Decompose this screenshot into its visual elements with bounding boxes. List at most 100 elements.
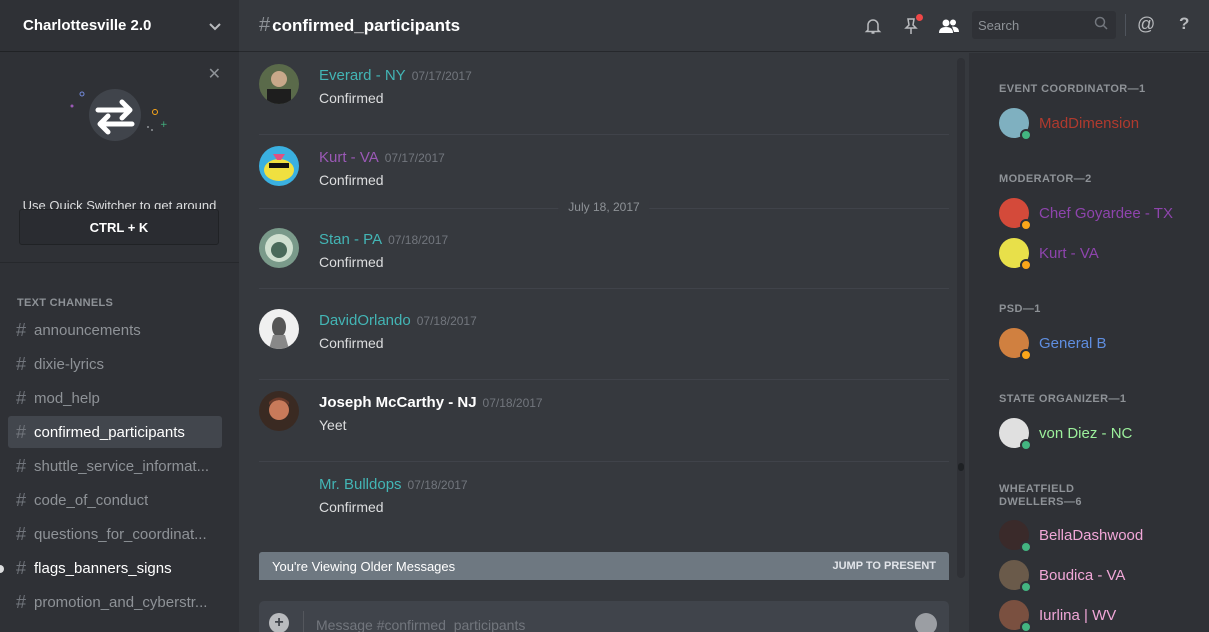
member-item[interactable]: Iurlina | WV <box>999 599 1116 632</box>
search-input[interactable]: Search <box>972 11 1116 39</box>
message-header: Stan - PA 07/18/2017 <box>319 231 448 248</box>
message-input[interactable]: Message #confirmed_participants <box>316 617 525 632</box>
category-label[interactable]: TEXT CHANNELS <box>17 297 113 309</box>
pin-icon[interactable] <box>899 14 923 38</box>
channel-label: flags_banners_signs <box>34 559 172 577</box>
jump-to-present-button[interactable]: JUMP TO PRESENT <box>832 560 936 572</box>
hash-icon: # <box>16 557 27 578</box>
timestamp: 07/18/2017 <box>388 233 449 247</box>
member-item[interactable]: Boudica - VA <box>999 559 1125 593</box>
avatar[interactable] <box>259 228 299 268</box>
status-dot <box>1020 219 1032 231</box>
message-text: Yeet <box>319 417 347 433</box>
channel-label: shuttle_service_informat... <box>34 457 210 475</box>
scrollbar[interactable] <box>957 58 965 578</box>
channel-mod-help[interactable]: # mod_help <box>8 382 222 414</box>
member-item[interactable]: General B <box>999 327 1107 361</box>
shortcut-button[interactable]: CTRL + K <box>19 209 219 245</box>
mentions-icon[interactable]: @ <box>1137 14 1155 35</box>
hash-icon: # <box>16 489 27 510</box>
channel-shuttle-service[interactable]: # shuttle_service_informat... <box>8 450 222 482</box>
avatar <box>999 238 1032 271</box>
avatar <box>999 108 1032 141</box>
role-header: PSD—1 <box>999 303 1041 315</box>
channel-label: confirmed_participants <box>34 423 185 441</box>
scrollbar-thumb[interactable] <box>958 463 964 471</box>
members-icon[interactable] <box>937 14 961 38</box>
timestamp: 07/17/2017 <box>411 69 472 83</box>
message-header: Mr. Bulldops 07/18/2017 <box>319 476 468 493</box>
older-messages-text: You're Viewing Older Messages <box>272 558 456 574</box>
member-item[interactable]: von Diez - NC <box>999 417 1132 451</box>
timestamp: 07/18/2017 <box>416 314 477 328</box>
status-dot <box>1020 259 1032 271</box>
message: Everard - NY 07/17/2017 Confirmed <box>259 53 949 135</box>
message-text: Confirmed <box>319 90 384 106</box>
message-text: Confirmed <box>319 254 384 270</box>
author-name[interactable]: Joseph McCarthy - NJ <box>319 394 477 411</box>
avatar[interactable] <box>259 391 299 431</box>
unread-indicator <box>0 565 4 573</box>
member-item[interactable]: Kurt - VA <box>999 237 1099 271</box>
timestamp: 07/18/2017 <box>482 396 543 410</box>
hash-icon: # <box>16 387 27 408</box>
member-name: Kurt - VA <box>1039 244 1099 262</box>
avatar[interactable] <box>259 64 299 104</box>
channel-code-of-conduct[interactable]: # code_of_conduct <box>8 484 222 516</box>
channel-flags-banners-signs[interactable]: # flags_banners_signs <box>8 552 222 584</box>
message-composer[interactable]: + Message #confirmed_participants <box>259 601 949 632</box>
role-header: WHEATFIELD DWELLERS—6 <box>999 483 1082 508</box>
author-name[interactable]: Stan - PA <box>319 231 382 248</box>
author-name[interactable]: Kurt - VA <box>319 149 379 166</box>
hash-icon: # <box>16 455 27 476</box>
status-dot <box>1020 581 1032 593</box>
channel-sidebar: Charlottesville 2.0 ✕ + Use Quick Switch… <box>0 0 239 632</box>
channel-label: dixie-lyrics <box>34 355 105 373</box>
message: Joseph McCarthy - NJ 07/18/2017 Yeet <box>259 380 949 462</box>
timestamp: 07/17/2017 <box>384 151 445 165</box>
status-dot <box>1020 439 1032 451</box>
server-name: Charlottesville 2.0 <box>23 17 152 34</box>
older-messages-bar[interactable]: You're Viewing Older Messages JUMP TO PR… <box>259 552 949 580</box>
hash-icon: # <box>16 319 27 340</box>
channel-title: confirmed_participants <box>272 15 461 35</box>
avatar <box>999 520 1032 553</box>
member-item[interactable]: Chef Goyardee - TX <box>999 197 1173 231</box>
channel-label: promotion_and_cyberstr... <box>34 593 208 611</box>
message-header: Everard - NY 07/17/2017 <box>319 67 472 84</box>
help-icon[interactable]: ? <box>1179 14 1189 34</box>
author-name[interactable]: Everard - NY <box>319 67 406 84</box>
channel-dixie-lyrics[interactable]: # dixie-lyrics <box>8 348 222 380</box>
channel-announcements[interactable]: # announcements <box>8 314 222 346</box>
bell-icon[interactable] <box>861 14 885 38</box>
message-header: Joseph McCarthy - NJ 07/18/2017 <box>319 394 543 411</box>
hash-icon: # <box>16 523 27 544</box>
status-dot <box>1020 621 1032 632</box>
message: Stan - PA 07/18/2017 Confirmed <box>259 217 949 289</box>
chevron-down-icon[interactable] <box>209 18 221 34</box>
role-header: MODERATOR—2 <box>999 173 1092 185</box>
emoji-icon[interactable] <box>915 613 937 632</box>
avatar <box>999 418 1032 451</box>
upload-plus-icon[interactable]: + <box>269 613 289 632</box>
channel-questions[interactable]: # questions_for_coordinat... <box>8 518 222 550</box>
channel-confirmed-participants[interactable]: # confirmed_participants <box>8 416 222 448</box>
message-text: Confirmed <box>319 335 384 351</box>
message: Kurt - VA 07/17/2017 Confirmed <box>259 135 949 208</box>
member-item[interactable]: MadDimension <box>999 107 1139 141</box>
search-icon <box>1094 16 1108 33</box>
status-dot <box>1020 541 1032 553</box>
channel-label: announcements <box>34 321 141 339</box>
channel-label: mod_help <box>34 389 100 407</box>
server-header[interactable]: Charlottesville 2.0 <box>0 0 239 52</box>
toolbar-divider <box>1125 14 1126 36</box>
timestamp: 07/18/2017 <box>407 478 468 492</box>
svg-text:+: + <box>160 120 168 130</box>
author-name[interactable]: Mr. Bulldops <box>319 476 402 493</box>
channel-promotion[interactable]: # promotion_and_cyberstr... <box>8 586 222 618</box>
author-name[interactable]: DavidOrlando <box>319 312 411 329</box>
avatar[interactable] <box>259 146 299 186</box>
avatar[interactable] <box>259 309 299 349</box>
member-item[interactable]: BellaDashwood <box>999 519 1143 553</box>
close-icon[interactable]: ✕ <box>208 64 221 84</box>
